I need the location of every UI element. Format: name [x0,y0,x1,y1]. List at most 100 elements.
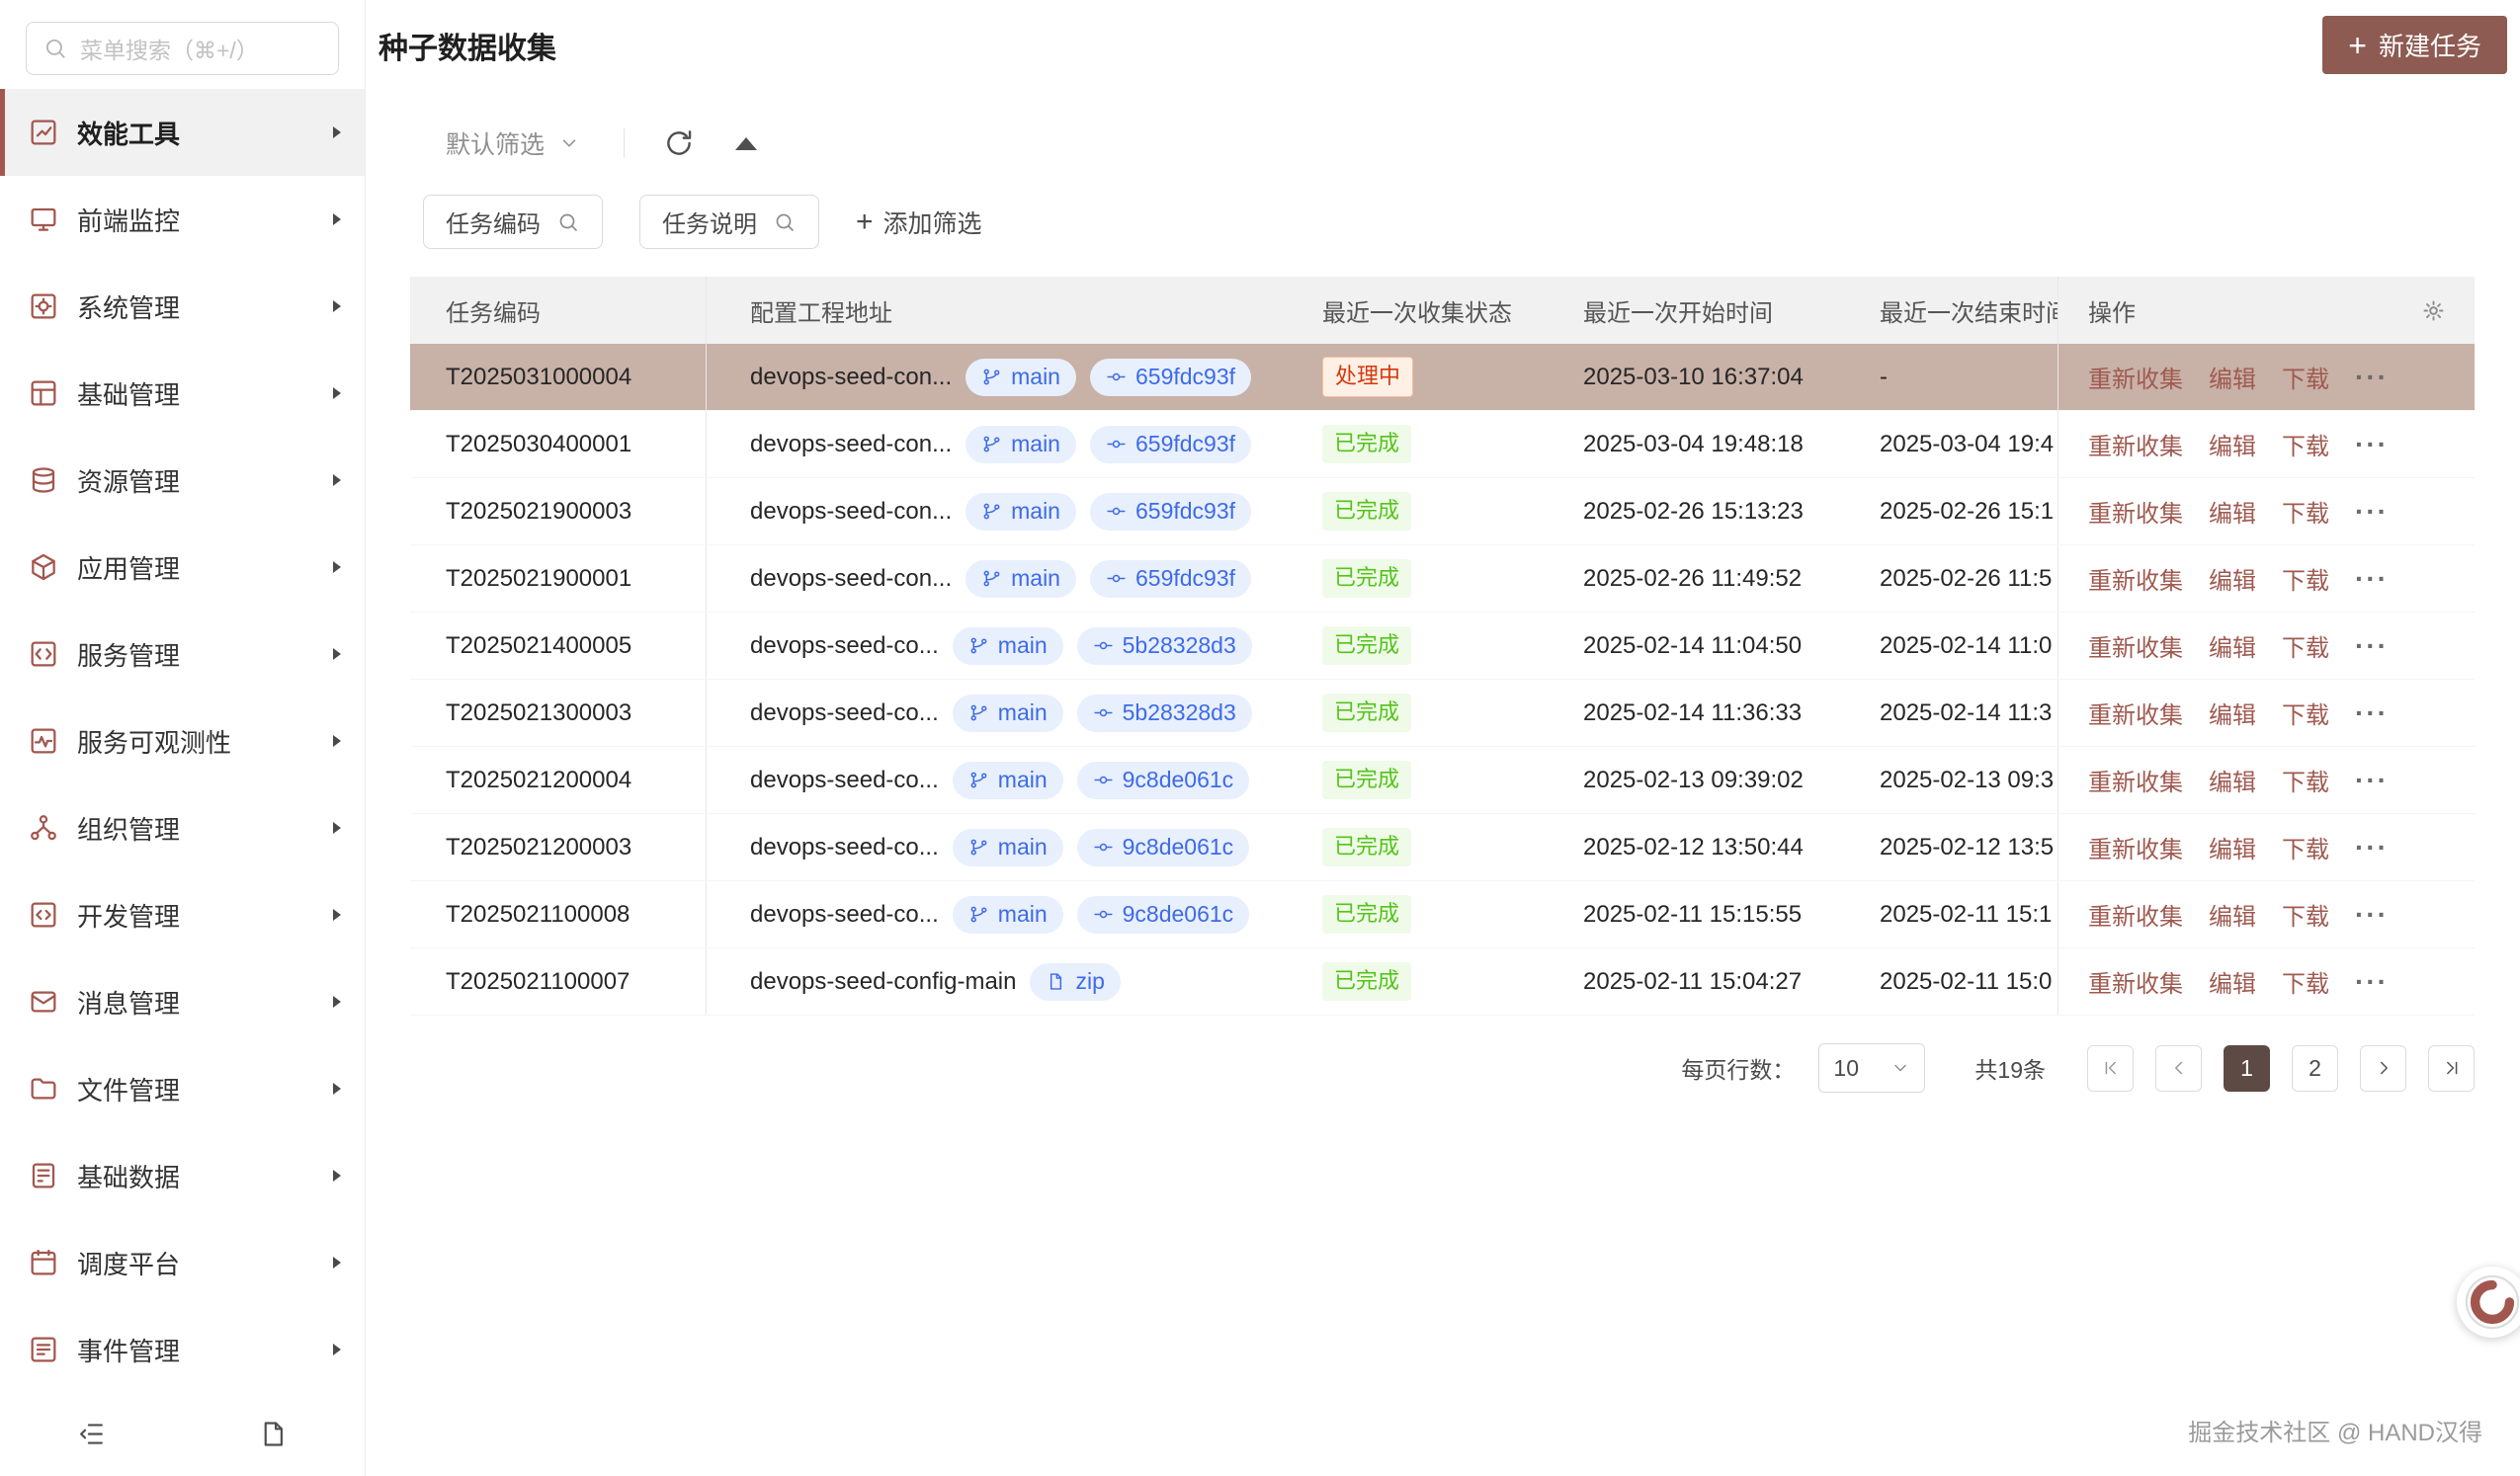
commit-badge[interactable]: 659fdc93f [1090,560,1251,598]
edit-link[interactable]: 编辑 [2209,696,2256,730]
download-link[interactable]: 下载 [2282,897,2329,932]
recollect-link[interactable]: 重新收集 [2088,897,2183,932]
edit-link[interactable]: 编辑 [2209,360,2256,394]
sidebar-item-resource-management[interactable]: 资源管理 [0,437,365,524]
settings-gear-icon[interactable] [2420,297,2447,324]
edit-link[interactable]: 编辑 [2209,628,2256,663]
branch-badge[interactable]: main [953,829,1063,866]
edit-link[interactable]: 编辑 [2209,427,2256,461]
collapse-sidebar-icon[interactable] [76,1419,107,1449]
recollect-link[interactable]: 重新收集 [2088,561,2183,596]
download-link[interactable]: 下载 [2282,628,2329,663]
more-actions-icon[interactable]: ··· [2355,630,2389,662]
sidebar-item-scheduling-platform[interactable]: 调度平台 [0,1219,365,1306]
download-link[interactable]: 下载 [2282,561,2329,596]
table-row[interactable]: T2025021900001devops-seed-con...main659f… [410,545,2475,613]
branch-badge[interactable]: main [953,695,1063,732]
next-page-button[interactable] [2360,1045,2406,1092]
first-page-button[interactable] [2087,1045,2134,1092]
edit-link[interactable]: 编辑 [2209,763,2256,797]
page-1-button[interactable]: 1 [2224,1045,2270,1092]
collapse-filters-icon[interactable] [735,137,757,150]
sidebar-item-basic-management[interactable]: 基础管理 [0,350,365,437]
refresh-icon[interactable] [662,126,696,160]
commit-badge[interactable]: 5b28328d3 [1077,695,1252,732]
branch-badge[interactable]: main [966,426,1076,463]
download-link[interactable]: 下载 [2282,964,2329,999]
recollect-link[interactable]: 重新收集 [2088,964,2183,999]
recollect-link[interactable]: 重新收集 [2088,628,2183,663]
table-row[interactable]: T2025030400001devops-seed-con...main659f… [410,411,2475,478]
more-actions-icon[interactable]: ··· [2355,832,2389,863]
sidebar-item-service-management[interactable]: 服务管理 [0,611,365,697]
commit-badge[interactable]: 659fdc93f [1090,426,1251,463]
recollect-link[interactable]: 重新收集 [2088,427,2183,461]
recollect-link[interactable]: 重新收集 [2088,830,2183,864]
recollect-link[interactable]: 重新收集 [2088,494,2183,529]
branch-badge[interactable]: main [966,560,1076,598]
page-2-button[interactable]: 2 [2292,1045,2338,1092]
prev-page-button[interactable] [2155,1045,2202,1092]
more-actions-icon[interactable]: ··· [2355,765,2389,796]
table-row[interactable]: T2025021200003devops-seed-co...main9c8de… [410,814,2475,881]
sidebar-item-file-management[interactable]: 文件管理 [0,1045,365,1132]
task-code-filter[interactable]: 任务编码 [423,195,603,249]
table-row[interactable]: T2025021400005devops-seed-co...main5b283… [410,613,2475,680]
branch-badge[interactable]: main [953,762,1063,799]
table-row[interactable]: T2025021200004devops-seed-co...main9c8de… [410,747,2475,814]
more-actions-icon[interactable]: ··· [2355,697,2389,729]
table-row[interactable]: T2025021100008devops-seed-co...main9c8de… [410,881,2475,948]
last-page-button[interactable] [2428,1045,2475,1092]
preset-filter-dropdown[interactable]: 默认筛选 [446,125,580,161]
recollect-link[interactable]: 重新收集 [2088,696,2183,730]
table-row[interactable]: T2025021900003devops-seed-con...main659f… [410,478,2475,545]
more-actions-icon[interactable]: ··· [2355,429,2389,460]
document-icon[interactable] [258,1419,289,1449]
sidebar-item-organization-management[interactable]: 组织管理 [0,784,365,871]
sidebar-item-service-observability[interactable]: 服务可观测性 [0,697,365,784]
branch-badge[interactable]: main [953,627,1063,665]
sidebar-item-application-management[interactable]: 应用管理 [0,524,365,611]
commit-badge[interactable]: 659fdc93f [1090,359,1251,396]
branch-badge[interactable]: main [953,896,1063,934]
edit-link[interactable]: 编辑 [2209,964,2256,999]
edit-link[interactable]: 编辑 [2209,897,2256,932]
table-row[interactable]: T2025031000004devops-seed-con...main659f… [410,344,2475,411]
recollect-link[interactable]: 重新收集 [2088,763,2183,797]
commit-badge[interactable]: 9c8de061c [1077,762,1250,799]
add-filter-button[interactable]: + 添加筛选 [856,205,982,240]
download-link[interactable]: 下载 [2282,763,2329,797]
download-link[interactable]: 下载 [2282,494,2329,529]
download-link[interactable]: 下载 [2282,830,2329,864]
recollect-link[interactable]: 重新收集 [2088,360,2183,394]
zip-badge[interactable]: zip [1030,963,1120,1001]
sidebar-item-efficiency-tools[interactable]: 效能工具 [0,89,365,176]
commit-badge[interactable]: 5b28328d3 [1077,627,1252,665]
edit-link[interactable]: 编辑 [2209,494,2256,529]
sidebar-item-frontend-monitor[interactable]: 前端监控 [0,176,365,263]
more-actions-icon[interactable]: ··· [2355,899,2389,931]
download-link[interactable]: 下载 [2282,696,2329,730]
commit-badge[interactable]: 659fdc93f [1090,493,1251,531]
branch-badge[interactable]: main [966,359,1076,396]
more-actions-icon[interactable]: ··· [2355,966,2389,998]
branch-badge[interactable]: main [966,493,1076,531]
sidebar-item-development-management[interactable]: 开发管理 [0,871,365,958]
download-link[interactable]: 下载 [2282,427,2329,461]
community-logo[interactable] [2457,1267,2520,1338]
task-desc-filter[interactable]: 任务说明 [639,195,819,249]
sidebar-item-event-management[interactable]: 事件管理 [0,1306,365,1393]
sidebar-item-basic-data[interactable]: 基础数据 [0,1132,365,1219]
more-actions-icon[interactable]: ··· [2355,362,2389,393]
table-row[interactable]: T2025021300003devops-seed-co...main5b283… [410,680,2475,747]
commit-badge[interactable]: 9c8de061c [1077,896,1250,934]
more-actions-icon[interactable]: ··· [2355,563,2389,595]
menu-search-input[interactable]: 菜单搜索（⌘+/） [26,22,339,75]
edit-link[interactable]: 编辑 [2209,561,2256,596]
table-row[interactable]: T2025021100007devops-seed-config-mainzip… [410,948,2475,1016]
download-link[interactable]: 下载 [2282,360,2329,394]
new-task-button[interactable]: + 新建任务 [2322,16,2507,74]
page-size-select[interactable]: 10 [1818,1043,1925,1093]
more-actions-icon[interactable]: ··· [2355,496,2389,528]
edit-link[interactable]: 编辑 [2209,830,2256,864]
